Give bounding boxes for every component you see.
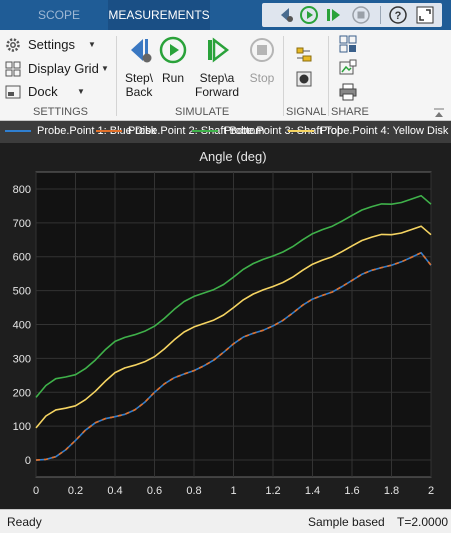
stop-quick-button[interactable]	[351, 5, 371, 25]
copy-display-icon[interactable]	[339, 35, 357, 53]
ribbon-tab-bar: SCOPE MEASUREMENTS ?	[0, 0, 451, 30]
simulate-group-label: SIMULATE	[175, 106, 230, 118]
x-tick-label: 0	[33, 485, 39, 497]
x-tick-label: 1.8	[384, 485, 399, 497]
legend-swatch	[192, 130, 218, 133]
y-tick-label: 600	[13, 252, 31, 264]
step-back-label-1: Step\	[124, 71, 154, 85]
step-forward-icon	[327, 9, 340, 21]
y-tick-label: 0	[25, 455, 31, 467]
status-bar: Ready Sample based T=2.0000	[0, 509, 451, 533]
status-text: Ready	[7, 515, 42, 529]
tab-scope[interactable]: SCOPE	[38, 0, 80, 30]
stop-icon	[352, 6, 370, 24]
simulation-time: T=2.0000	[397, 515, 449, 529]
y-tick-label: 500	[13, 286, 31, 298]
ribbon: Settings ▼ Display Grid ▼ Dock ▼ SETTING…	[0, 30, 451, 121]
y-tick-label: 300	[13, 353, 31, 365]
share-group-label: SHARE	[331, 106, 369, 118]
settings-label: Settings	[28, 37, 75, 52]
y-tick-label: 200	[13, 387, 31, 399]
step-forward-label-1: Step\a	[199, 71, 235, 85]
step-forward-quick-button[interactable]	[324, 5, 344, 25]
help-icon: ?	[389, 6, 407, 24]
step-back-icon	[131, 39, 152, 63]
legend-label: Probe.Point 4: Yellow Disk	[320, 125, 449, 137]
expand-button[interactable]	[415, 5, 435, 25]
grid-icon	[5, 61, 21, 77]
x-tick-label: 0.4	[107, 485, 122, 497]
expand-icon	[416, 6, 434, 24]
x-tick-label: 1.6	[344, 485, 359, 497]
signal-group-label: SIGNAL	[286, 106, 327, 118]
chevron-down-icon: ▼	[88, 40, 96, 49]
quick-access-toolbar: ?	[262, 3, 442, 27]
y-tick-label: 100	[13, 421, 31, 433]
print-icon[interactable]	[339, 83, 357, 101]
display-grid-button[interactable]: Display Grid ▼	[4, 59, 114, 79]
stop-label: Stop	[249, 71, 275, 85]
x-tick-label: 0.2	[68, 485, 83, 497]
x-tick-label: 0.6	[147, 485, 162, 497]
step-forward-icon	[208, 37, 230, 63]
chart-title: Angle (deg)	[199, 149, 266, 164]
run-icon	[300, 6, 318, 24]
legend-swatch	[96, 130, 122, 133]
legend-item-probe-point-4[interactable]: Probe.Point 4: Yellow Disk	[288, 125, 448, 137]
tab-measurements[interactable]: MEASUREMENTS	[108, 0, 210, 30]
step-back-icon	[281, 8, 293, 22]
run-quick-button[interactable]	[299, 5, 319, 25]
y-tick-label: 800	[13, 184, 31, 196]
quick-access-separator	[380, 6, 381, 24]
gear-icon	[6, 38, 20, 52]
dock-button[interactable]: Dock ▼	[4, 82, 88, 102]
step-forward-button[interactable]: Step\a Forward	[193, 36, 241, 99]
scope-display[interactable]: Angle (deg) 0 0.2 0.4 0.6 0.8 1 1.2 1.4 1.6 1.8 2 0…	[0, 143, 451, 509]
x-tick-label: 0.8	[186, 485, 201, 497]
step-back-button[interactable]: Step\ Back	[120, 36, 158, 99]
group-separator	[116, 36, 117, 116]
chevron-down-icon: ▼	[77, 87, 85, 96]
x-tick-label: 1.2	[265, 485, 280, 497]
export-image-icon[interactable]	[339, 59, 357, 77]
display-grid-label: Display Grid	[28, 61, 99, 76]
help-button[interactable]: ?	[388, 5, 408, 25]
legend-swatch	[5, 130, 31, 133]
run-icon	[159, 36, 187, 64]
y-tick-label: 400	[13, 320, 31, 332]
run-label: Run	[161, 71, 184, 85]
run-button[interactable]: Run	[157, 36, 189, 85]
signal-highlight-icon[interactable]	[295, 46, 313, 64]
y-tick-label: 700	[13, 218, 31, 230]
sample-mode: Sample based	[308, 515, 385, 529]
x-tick-label: 2	[428, 485, 434, 497]
group-separator	[283, 36, 284, 116]
x-tick-label: 1.4	[305, 485, 320, 497]
settings-group-label: SETTINGS	[33, 106, 89, 118]
record-icon[interactable]	[295, 70, 313, 88]
dock-icon	[5, 85, 21, 99]
collapse-ribbon-icon[interactable]	[433, 108, 445, 118]
svg-text:?: ?	[395, 10, 402, 22]
chevron-down-icon: ▼	[101, 64, 109, 73]
step-forward-label-2: Forward	[194, 85, 239, 99]
step-back-quick-button[interactable]	[276, 5, 296, 25]
settings-button[interactable]: Settings ▼	[4, 35, 98, 55]
stop-icon	[250, 38, 274, 62]
dock-label: Dock	[28, 84, 58, 99]
group-separator	[328, 36, 329, 116]
stop-button[interactable]: Stop	[246, 36, 278, 85]
angle-chart[interactable]: Angle (deg) 0 0.2 0.4 0.6 0.8 1 1.2 1.4 1.6 1.8 20…	[0, 143, 451, 509]
step-back-label-2: Back	[125, 85, 153, 99]
legend-bar: Probe.Point 1: Blue Disk Probe.Point 2: …	[0, 121, 451, 143]
x-tick-label: 1	[230, 485, 236, 497]
legend-swatch	[288, 130, 314, 133]
